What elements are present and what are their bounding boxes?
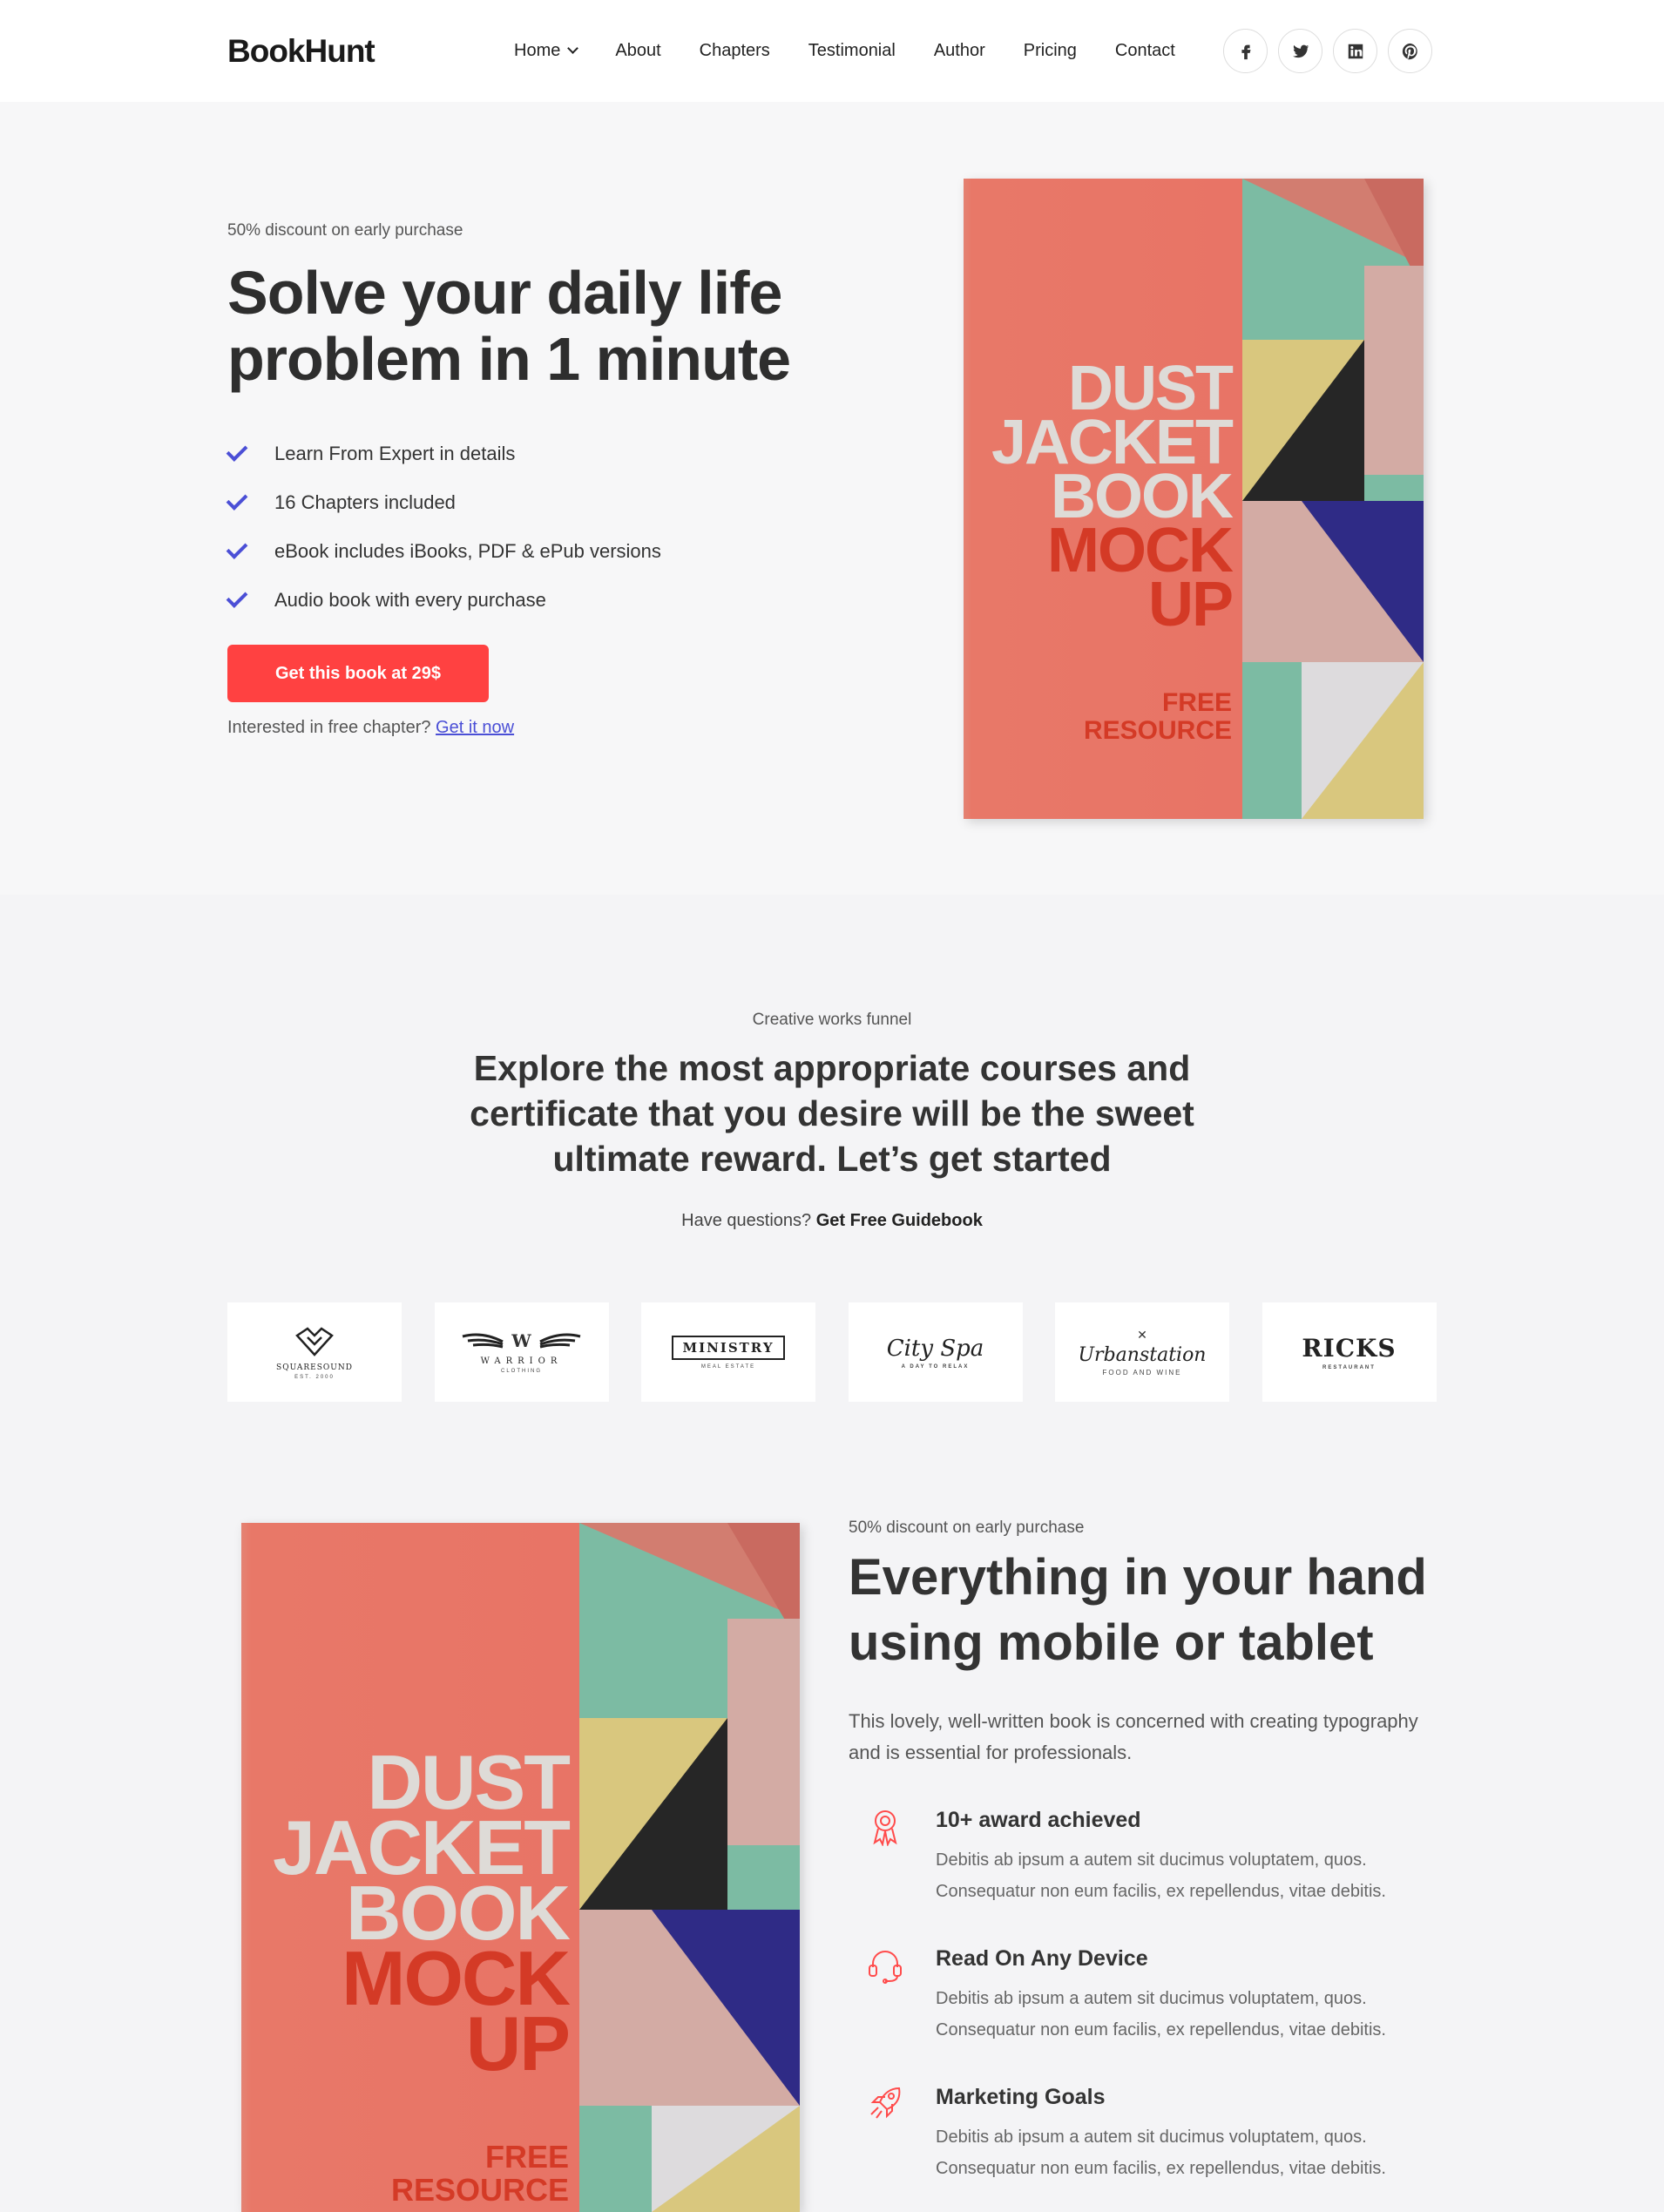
partner-sub: A DAY TO RELAX bbox=[901, 1363, 970, 1370]
nav-chapters[interactable]: Chapters bbox=[700, 41, 770, 61]
mobile-eyebrow: 50% discount on early purchase bbox=[849, 1519, 1085, 1537]
mobile-description: This lovely, well-written book is concer… bbox=[849, 1710, 1418, 1763]
feature-text: 16 Chapters included bbox=[274, 491, 456, 513]
utensils-icon: ✕ bbox=[1137, 1328, 1147, 1342]
rocket-icon bbox=[868, 2085, 903, 2123]
partner-name: RICKS bbox=[1302, 1334, 1397, 1363]
check-icon bbox=[226, 585, 248, 608]
nav-home-label: Home bbox=[514, 41, 561, 60]
warrior-logo-mark: W bbox=[461, 1330, 581, 1351]
feature-item: eBook includes iBooks, PDF & ePub versio… bbox=[226, 527, 661, 576]
book-subtitle: FREE bbox=[484, 2139, 569, 2175]
feature-item: 16 Chapters included bbox=[226, 478, 661, 527]
nav-home[interactable]: Home bbox=[514, 41, 579, 61]
book-geometric-pattern bbox=[579, 1523, 800, 2212]
free-chapter-line: Interested in free chapter? Get it now bbox=[227, 718, 514, 738]
partner-logo-urbanstation: ✕ Urbanstation FOOD AND WINE bbox=[1055, 1302, 1229, 1402]
brand-logo[interactable]: BookHunt bbox=[227, 33, 375, 70]
check-icon bbox=[226, 537, 248, 559]
social-links bbox=[1223, 29, 1443, 73]
hero-title: Solve your daily life problem in 1 minut… bbox=[227, 259, 791, 393]
questions-text: Have questions? bbox=[681, 1211, 812, 1230]
funnel-title: Explore the most appropriate courses and… bbox=[470, 1048, 1194, 1179]
partner-sub: CLOTHING bbox=[500, 1369, 542, 1374]
mobile-title: Everything in your hand using mobile or … bbox=[849, 1549, 1427, 1671]
feature-text: Audio book with every purchase bbox=[274, 589, 546, 611]
feature-list: Learn From Expert in details 16 Chapters… bbox=[226, 430, 661, 625]
chevron-down-icon bbox=[567, 43, 579, 54]
main-nav: Home About Chapters Testimonial Author P… bbox=[514, 0, 1214, 102]
site-header: BookHunt Home About Chapters Testimonial… bbox=[0, 0, 1664, 102]
nav-pricing[interactable]: Pricing bbox=[1024, 41, 1077, 61]
feature-block-title: 10+ award achieved bbox=[936, 1808, 1141, 1832]
partner-sub: MEAL ESTATE bbox=[700, 1363, 756, 1370]
partner-logo-ministry: MINISTRY MEAL ESTATE bbox=[641, 1302, 815, 1402]
book-subtitle: FREE bbox=[1161, 688, 1232, 717]
partner-name: WARRIOR bbox=[480, 1356, 563, 1366]
ministry-logo-box: MINISTRY bbox=[672, 1335, 785, 1360]
squaresound-logo-mark bbox=[295, 1326, 334, 1356]
linkedin-icon[interactable] bbox=[1333, 29, 1377, 73]
feature-item: Audio book with every purchase bbox=[226, 576, 661, 625]
nav-contact[interactable]: Contact bbox=[1115, 41, 1175, 61]
nav-testimonial[interactable]: Testimonial bbox=[808, 41, 896, 61]
partner-logo-ricks: RICKS RESTAURANT bbox=[1262, 1302, 1437, 1402]
book-title-line: UP bbox=[1147, 570, 1234, 639]
questions-line: Have questions? Get Free Guidebook bbox=[0, 1211, 1664, 1231]
partner-name: Urbanstation bbox=[1078, 1344, 1207, 1366]
partner-name: City Spa bbox=[886, 1335, 984, 1362]
feature-block-title: Read On Any Device bbox=[936, 1946, 1148, 1971]
book-cover-image-large: DUST JACKET BOOK MOCK UP FREE RESOURCE bbox=[241, 1523, 800, 2212]
partner-sub: RESTAURANT bbox=[1322, 1365, 1376, 1370]
pinterest-icon[interactable] bbox=[1388, 29, 1432, 73]
nav-author[interactable]: Author bbox=[934, 41, 985, 61]
partner-logo-squaresound: SQUARESOUND EST. 2000 bbox=[227, 1302, 402, 1402]
partner-sub: FOOD AND WINE bbox=[1102, 1369, 1182, 1377]
feature-text: Learn From Expert in details bbox=[274, 443, 516, 464]
book-title-line: UP bbox=[465, 2000, 571, 2087]
check-icon bbox=[226, 488, 248, 511]
feature-block-text: Debitis ab ipsum a autem sit ducimus vol… bbox=[936, 1989, 1386, 2040]
free-chapter-text: Interested in free chapter? bbox=[227, 718, 431, 737]
partner-logo-warrior: W WARRIOR CLOTHING bbox=[434, 1302, 609, 1402]
book-cover-image: DUST JACKET BOOK MOCK UP FREE RESOURCE bbox=[964, 179, 1424, 819]
partner-sub: EST. 2000 bbox=[294, 1374, 335, 1380]
feature-block-title: Marketing Goals bbox=[936, 2085, 1106, 2109]
feature-text: eBook includes iBooks, PDF & ePub versio… bbox=[274, 540, 661, 562]
book-subtitle: RESOURCE bbox=[1083, 716, 1232, 745]
feature-item: Learn From Expert in details bbox=[226, 430, 661, 478]
partner-logos: SQUARESOUND EST. 2000 W WARRIOR CLOTHING… bbox=[227, 1302, 1437, 1402]
partner-logo-cityspa: City Spa A DAY TO RELAX bbox=[848, 1302, 1023, 1402]
facebook-icon[interactable] bbox=[1223, 29, 1268, 73]
nav-about[interactable]: About bbox=[615, 41, 660, 61]
free-chapter-link[interactable]: Get it now bbox=[436, 718, 514, 737]
check-icon bbox=[226, 439, 248, 462]
partner-name: MINISTRY bbox=[682, 1339, 775, 1356]
guidebook-link[interactable]: Get Free Guidebook bbox=[816, 1211, 983, 1230]
book-geometric-pattern bbox=[1242, 179, 1424, 819]
hero-eyebrow: 50% discount on early purchase bbox=[227, 221, 463, 240]
funnel-eyebrow: Creative works funnel bbox=[752, 1011, 912, 1029]
feature-block-text: Debitis ab ipsum a autem sit ducimus vol… bbox=[936, 2127, 1386, 2178]
book-subtitle: RESOURCE bbox=[390, 2172, 569, 2208]
award-icon bbox=[868, 1808, 903, 1848]
feature-block-text: Debitis ab ipsum a autem sit ducimus vol… bbox=[936, 1850, 1386, 1901]
buy-book-button[interactable]: Get this book at 29$ bbox=[227, 645, 489, 702]
twitter-icon[interactable] bbox=[1278, 29, 1322, 73]
partner-name: SQUARESOUND bbox=[276, 1363, 353, 1372]
headset-icon bbox=[868, 1946, 903, 1985]
